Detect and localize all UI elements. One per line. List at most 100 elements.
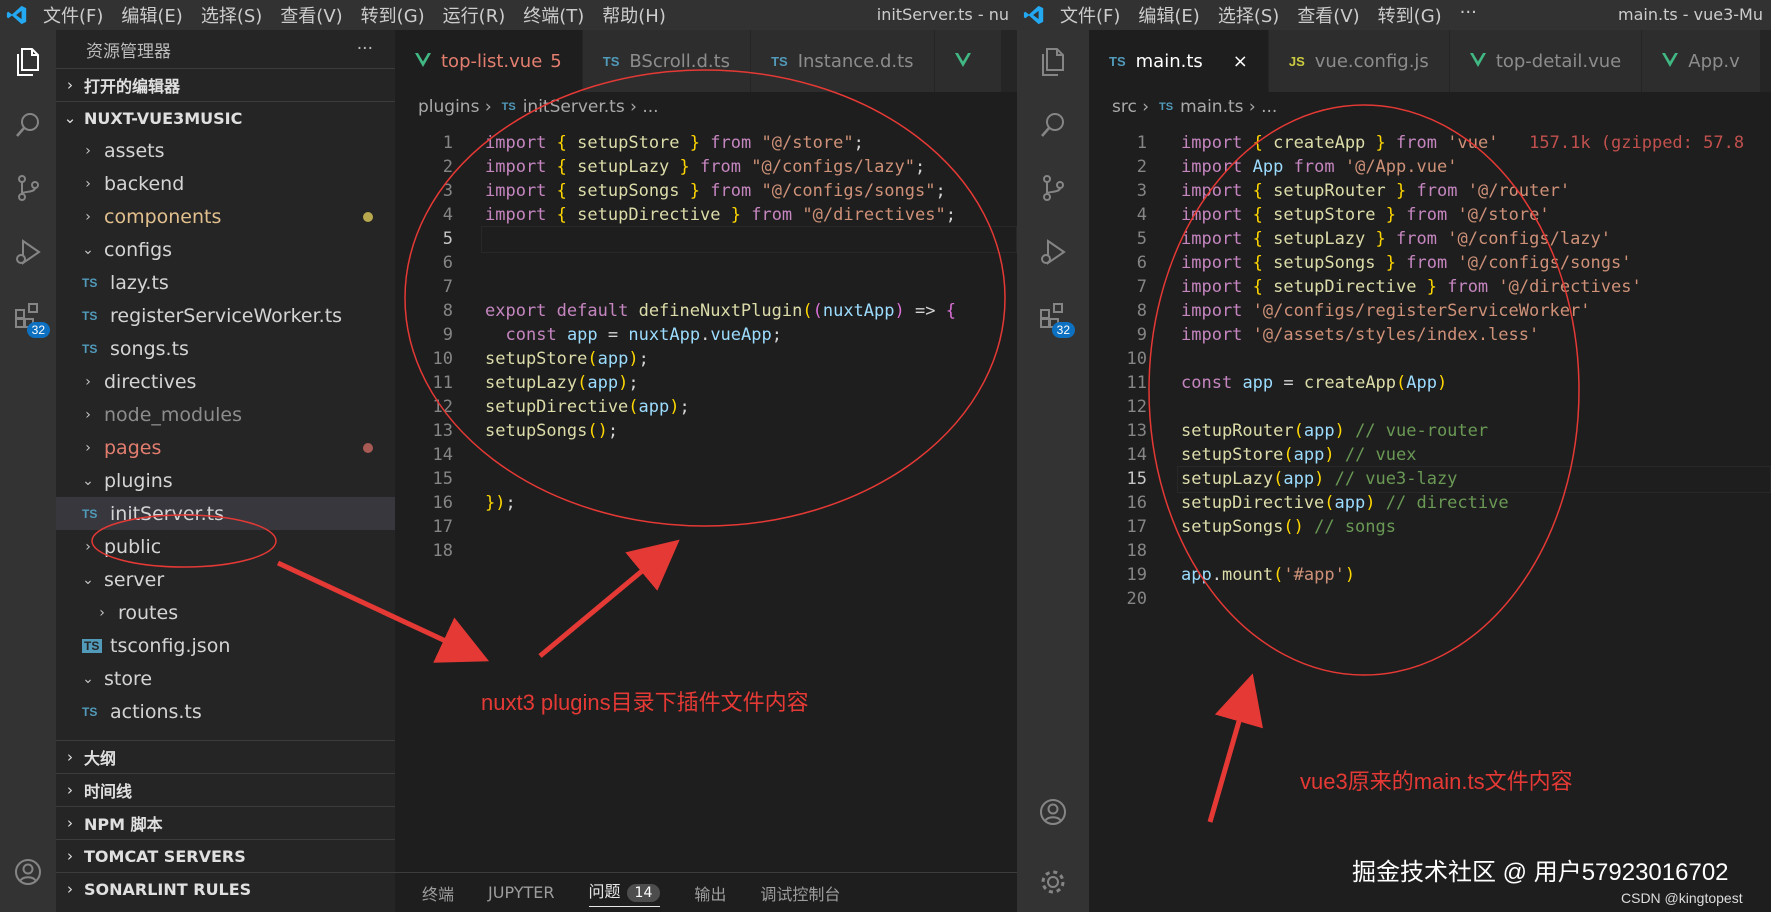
open-editors-section[interactable]: › 打开的编辑器 [56, 68, 395, 101]
menu-item[interactable]: 终端(T) [514, 2, 593, 28]
code-line[interactable]: import { setupLazy } from "@/configs/laz… [485, 154, 925, 181]
code-line[interactable]: import '@/configs/registerServiceWorker' [1181, 298, 1590, 325]
code-line[interactable]: setupLazy(app); [485, 370, 639, 397]
folder-item[interactable]: › public [56, 530, 395, 563]
code-line[interactable]: import { setupDirective } from '@/direct… [1181, 274, 1642, 301]
menu-item[interactable]: 选择(S) [1209, 2, 1288, 28]
menu-item[interactable]: 文件(F) [1051, 2, 1129, 28]
search-icon[interactable] [1033, 105, 1073, 145]
gear-icon[interactable] [1033, 862, 1073, 902]
code-line[interactable]: setupLazy(app) // vue3-lazy [1181, 466, 1457, 493]
source-control-icon[interactable] [1033, 168, 1073, 208]
code-line[interactable]: setupStore(app) // vuex [1181, 442, 1416, 469]
code-line[interactable]: app.mount('#app') [1181, 562, 1355, 589]
code-line[interactable]: setupStore(app); [485, 346, 649, 373]
code-line[interactable]: import { createApp } from 'vue' 157.1k (… [1181, 130, 1744, 157]
folder-item[interactable]: ⌄ plugins [56, 464, 395, 497]
folder-item[interactable]: › routes [56, 596, 395, 629]
code-line[interactable]: const app = createApp(App) [1181, 370, 1447, 397]
collapsed-section[interactable]: › 时间线 [56, 773, 395, 806]
explorer-header: 资源管理器 ··· [86, 39, 373, 62]
code-line[interactable]: setupDirective(app); [485, 394, 690, 421]
file-item[interactable]: TS registerServiceWorker.ts [56, 299, 395, 332]
menu-item[interactable]: 转到(G) [1369, 2, 1451, 28]
menu-item[interactable]: ··· [1451, 2, 1486, 28]
code-line[interactable]: setupSongs(); [485, 418, 618, 445]
close-icon[interactable]: × [1233, 51, 1248, 72]
code-line[interactable]: const app = nuxtApp.vueApp; [485, 322, 782, 349]
menu-item[interactable]: 帮助(H) [593, 2, 675, 28]
editor-tab[interactable]: App.v [1642, 30, 1761, 92]
menu-item[interactable]: 转到(G) [352, 2, 434, 28]
source-control-icon[interactable] [8, 168, 48, 208]
file-item[interactable]: TS songs.ts [56, 332, 395, 365]
code-line[interactable]: setupSongs() // songs [1181, 514, 1396, 541]
editor-tab[interactable] [934, 30, 1002, 92]
folder-item[interactable]: › components [56, 200, 395, 233]
folder-item[interactable]: ⌄ server [56, 563, 395, 596]
folder-item[interactable]: › node_modules [56, 398, 395, 431]
explorer-icon[interactable] [8, 42, 48, 82]
menu-item[interactable]: 运行(R) [434, 2, 515, 28]
panel-tab[interactable]: JUPYTER [488, 883, 555, 902]
file-item[interactable]: TS actions.ts [56, 695, 395, 728]
run-debug-icon[interactable] [8, 232, 48, 272]
folder-item[interactable]: › backend [56, 167, 395, 200]
code-line[interactable]: setupRouter(app) // vue-router [1181, 418, 1488, 445]
account-icon[interactable] [8, 852, 48, 892]
collapsed-section[interactable]: › NPM 脚本 [56, 806, 395, 839]
more-actions-icon[interactable]: ··· [357, 39, 373, 59]
code-line[interactable]: import { setupStore } from "@/store"; [485, 130, 864, 157]
folder-item[interactable]: › directives [56, 365, 395, 398]
code-line[interactable]: import { setupRouter } from '@/router' [1181, 178, 1570, 205]
code-line[interactable]: import App from '@/App.vue' [1181, 154, 1457, 181]
panel-tab[interactable]: 问题 14 [588, 878, 661, 907]
item-label: lazy.ts [110, 271, 169, 294]
folder-item[interactable]: › assets [56, 134, 395, 167]
folder-item[interactable]: ⌄ configs [56, 233, 395, 266]
code-line[interactable]: export default defineNuxtPlugin((nuxtApp… [485, 298, 956, 325]
code-line[interactable]: import { setupSongs } from '@/configs/so… [1181, 250, 1631, 277]
code-line[interactable]: import { setupSongs } from "@/configs/so… [485, 178, 946, 205]
collapsed-section[interactable]: › TOMCAT SERVERS [56, 839, 395, 872]
explorer-icon[interactable] [1033, 42, 1073, 82]
editor-tab[interactable]: JS vue.config.js [1268, 30, 1450, 92]
menu-item[interactable]: 选择(S) [192, 2, 271, 28]
editor-tab[interactable]: top-detail.vue [1449, 30, 1643, 92]
code-line[interactable]: import '@/assets/styles/index.less' [1181, 322, 1539, 349]
search-icon[interactable] [8, 105, 48, 145]
folder-item[interactable]: ⌄ store [56, 662, 395, 695]
extensions-icon[interactable]: 32 [8, 296, 50, 338]
menu-item[interactable]: 文件(F) [34, 2, 112, 28]
code-line[interactable]: import { setupLazy } from '@/configs/laz… [1181, 226, 1611, 253]
panel-tab[interactable]: 调试控制台 [760, 881, 840, 905]
code-line[interactable]: import { setupDirective } from "@/direct… [485, 202, 956, 229]
collapsed-section[interactable]: › 大纲 [56, 740, 395, 773]
file-item[interactable]: TS tsconfig.json [56, 629, 395, 662]
menu-item[interactable]: 编辑(E) [1129, 2, 1208, 28]
code-editor[interactable]: 1 import { createApp } from 'vue' 157.1k … [1089, 122, 1771, 610]
code-editor[interactable]: 1 import { setupStore } from "@/store"; 2 i… [395, 122, 1017, 562]
code-line[interactable]: setupDirective(app) // directive [1181, 490, 1509, 517]
extensions-icon[interactable]: 32 [1033, 296, 1075, 338]
code-line[interactable]: import { setupStore } from '@/store' [1181, 202, 1550, 229]
menu-item[interactable]: 查看(V) [271, 2, 351, 28]
js-file-icon: JS [1288, 53, 1305, 69]
editor-tab[interactable]: TS BScroll.d.ts [582, 30, 752, 92]
account-icon[interactable] [1033, 792, 1073, 832]
project-section[interactable]: ⌄ NUXT-VUE3MUSIC [56, 101, 395, 134]
panel-tab[interactable]: 终端 [422, 881, 454, 905]
menu-item[interactable]: 编辑(E) [112, 2, 191, 28]
run-debug-icon[interactable] [1033, 232, 1073, 272]
collapsed-section[interactable]: › SONARLINT RULES [56, 872, 395, 905]
file-item[interactable]: TS initServer.ts [56, 497, 395, 530]
panel-tab[interactable]: 输出 [694, 881, 726, 905]
editor-tab[interactable]: TS main.ts × [1089, 30, 1269, 92]
folder-item[interactable]: › pages [56, 431, 395, 464]
file-item[interactable]: TS lazy.ts [56, 266, 395, 299]
code-line[interactable]: }); [485, 490, 516, 517]
ts-file-icon: TS [82, 704, 98, 719]
editor-tab[interactable]: top-list.vue 5 [395, 30, 583, 92]
editor-tab[interactable]: TS Instance.d.ts [751, 30, 935, 92]
menu-item[interactable]: 查看(V) [1288, 2, 1368, 28]
